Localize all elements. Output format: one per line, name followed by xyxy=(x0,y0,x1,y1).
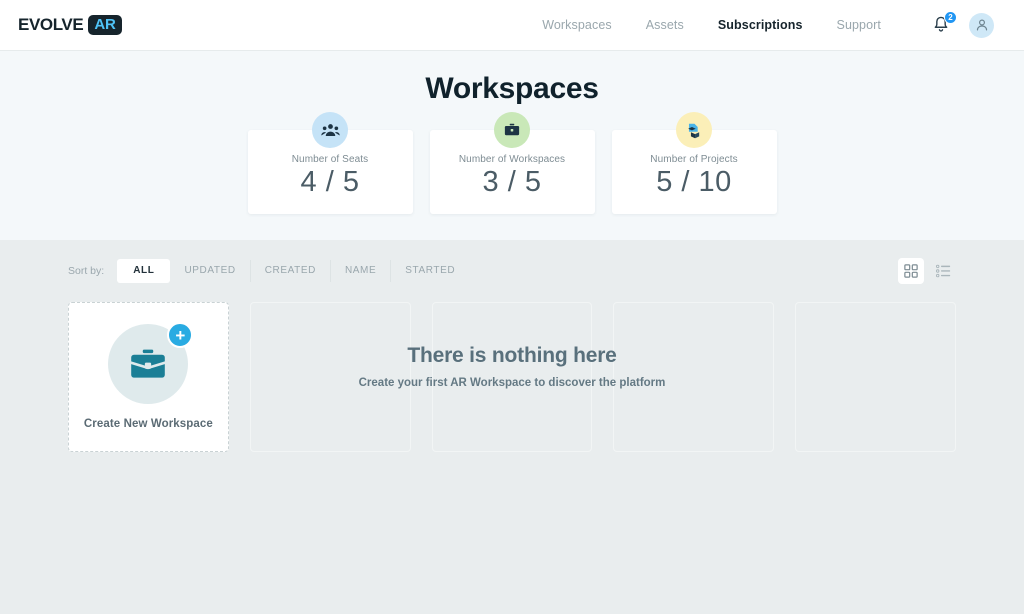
briefcase-icon xyxy=(131,349,166,378)
stat-value-workspaces: 3 / 5 xyxy=(482,165,542,198)
stat-card-projects: Number of Projects 5 / 10 xyxy=(611,112,777,214)
user-avatar-icon xyxy=(976,19,987,31)
nav-icon-group: 2 xyxy=(931,11,994,38)
stat-label-workspaces: Number of Workspaces xyxy=(458,153,566,165)
workspace-grid: + Create New Workspace There is nothing … xyxy=(0,302,1024,452)
grid-view-button[interactable] xyxy=(898,258,924,284)
stat-label-projects: Number of Projects xyxy=(650,153,738,165)
grid-view-icon xyxy=(904,264,918,278)
project-cube-icon xyxy=(676,112,712,148)
brand-logo[interactable]: EVOLVE AR xyxy=(18,15,122,35)
stat-card-workspaces: Number of Workspaces 3 / 5 xyxy=(429,112,595,214)
notification-count-badge: 2 xyxy=(944,11,957,24)
hero-section: Workspaces Number of Seats 4 / 5 Number … xyxy=(0,51,1024,240)
notifications-button[interactable]: 2 xyxy=(931,11,957,36)
create-card-icon-wrap: + xyxy=(108,322,194,404)
stat-label-seats: Number of Seats xyxy=(291,153,369,165)
sort-options: ALL UPDATED CREATED NAME STARTED xyxy=(117,259,469,283)
view-toggle-group xyxy=(898,258,956,284)
page-title: Workspaces xyxy=(425,72,599,105)
sort-option-started[interactable]: STARTED xyxy=(391,260,469,282)
stat-card-seats: Number of Seats 4 / 5 xyxy=(247,112,413,214)
sort-option-created[interactable]: CREATED xyxy=(251,260,331,282)
brand-logo-badge: AR xyxy=(88,15,122,35)
workspace-placeholder-card xyxy=(795,302,956,452)
people-group-icon xyxy=(312,112,348,148)
stat-value-projects: 5 / 10 xyxy=(656,165,732,198)
sort-toolbar: Sort by: ALL UPDATED CREATED NAME STARTE… xyxy=(0,240,1024,302)
nav-item-support[interactable]: Support xyxy=(837,18,881,32)
top-navigation-bar: EVOLVE AR Workspaces Assets Subscription… xyxy=(0,0,1024,51)
nav-item-assets[interactable]: Assets xyxy=(646,18,684,32)
list-view-button[interactable] xyxy=(930,258,956,284)
stats-row: Number of Seats 4 / 5 Number of Workspac… xyxy=(0,112,1024,214)
briefcase-icon xyxy=(494,112,530,148)
create-new-workspace-label: Create New Workspace xyxy=(83,418,213,430)
create-new-workspace-card[interactable]: + Create New Workspace xyxy=(68,302,229,452)
nav-item-workspaces[interactable]: Workspaces xyxy=(542,18,612,32)
add-workspace-plus-badge[interactable]: + xyxy=(167,322,194,348)
sort-option-name[interactable]: NAME xyxy=(331,260,392,282)
workspace-placeholder-card xyxy=(249,302,411,452)
nav-item-subscriptions[interactable]: Subscriptions xyxy=(718,18,803,32)
sort-by-label: Sort by: xyxy=(68,265,105,277)
stat-value-seats: 4 / 5 xyxy=(300,165,360,198)
list-view-icon xyxy=(935,264,950,278)
user-avatar[interactable] xyxy=(969,12,994,38)
workspace-placeholder-card xyxy=(431,302,593,452)
brand-logo-word: EVOLVE xyxy=(18,15,84,34)
sort-option-updated[interactable]: UPDATED xyxy=(170,260,251,282)
workspace-placeholder-card xyxy=(613,302,775,452)
main-nav: Workspaces Assets Subscriptions Support … xyxy=(542,11,994,38)
sort-option-all[interactable]: ALL xyxy=(117,259,171,283)
